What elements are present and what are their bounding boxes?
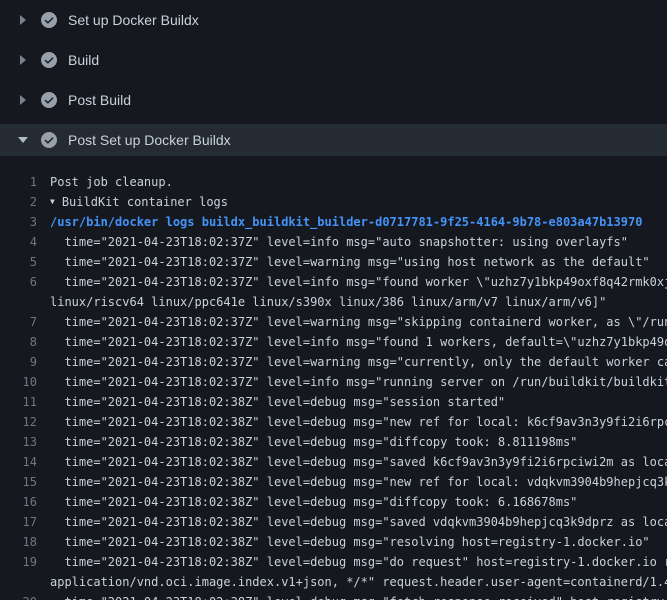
log-text: time="2021-04-23T18:02:37Z" level=info m… [50,272,667,292]
log-line: 2▼BuildKit container logs [0,192,667,212]
log-line: 20 time="2021-04-23T18:02:38Z" level=deb… [0,592,667,600]
log-text: time="2021-04-23T18:02:38Z" level=debug … [50,412,667,432]
log-line: 15 time="2021-04-23T18:02:38Z" level=deb… [0,472,667,492]
log-line: 19 time="2021-04-23T18:02:38Z" level=deb… [0,552,667,572]
log-text: time="2021-04-23T18:02:37Z" level=warnin… [50,252,667,272]
log-text: time="2021-04-23T18:02:37Z" level=warnin… [50,352,667,372]
step-label: Post Build [68,92,131,108]
log-text: time="2021-04-23T18:02:37Z" level=info m… [50,232,667,252]
chevron-down-icon [16,133,30,147]
line-number[interactable]: 9 [0,352,50,372]
log-line: 13 time="2021-04-23T18:02:38Z" level=deb… [0,432,667,452]
line-number[interactable]: 5 [0,252,50,272]
line-number[interactable]: 7 [0,312,50,332]
log-line: 6 time="2021-04-23T18:02:37Z" level=info… [0,272,667,292]
log-text: time="2021-04-23T18:02:37Z" level=info m… [50,372,667,392]
log-text: linux/riscv64 linux/ppc641e linux/s390x … [50,292,667,312]
line-number[interactable]: 13 [0,432,50,452]
step-label: Post Set up Docker Buildx [68,132,231,148]
log-line-continuation: application/vnd.oci.image.index.v1+json,… [0,572,667,592]
log-line: 5 time="2021-04-23T18:02:37Z" level=warn… [0,252,667,272]
line-number[interactable]: 12 [0,412,50,432]
log-line: 7 time="2021-04-23T18:02:37Z" level=warn… [0,312,667,332]
log-text: time="2021-04-23T18:02:38Z" level=debug … [50,512,667,532]
line-number[interactable]: 15 [0,472,50,492]
step-header-set-up-docker-buildx[interactable]: Set up Docker Buildx [0,0,667,40]
line-number [0,572,50,592]
group-expanded-triangle-icon: ▼ [50,192,55,212]
check-circle-icon [41,132,57,148]
log-text: time="2021-04-23T18:02:37Z" level=info m… [50,332,667,352]
step-header-build[interactable]: Build [0,40,667,80]
log-line: 14 time="2021-04-23T18:02:38Z" level=deb… [0,452,667,472]
log-line: 8 time="2021-04-23T18:02:37Z" level=info… [0,332,667,352]
log-text: time="2021-04-23T18:02:38Z" level=debug … [50,452,667,472]
line-number [0,292,50,312]
step-label: Build [68,52,99,68]
log-line: 11 time="2021-04-23T18:02:38Z" level=deb… [0,392,667,412]
step-header-post-build[interactable]: Post Build [0,80,667,120]
check-circle-icon [41,92,57,108]
line-number[interactable]: 17 [0,512,50,532]
log-text: time="2021-04-23T18:02:38Z" level=debug … [50,592,667,600]
line-number[interactable]: 1 [0,172,50,192]
line-number[interactable]: 2 [0,192,50,212]
log-text: time="2021-04-23T18:02:38Z" level=debug … [50,392,667,412]
line-number[interactable]: 18 [0,532,50,552]
log-output: 1Post job cleanup.2▼BuildKit container l… [0,160,667,600]
log-line-continuation: linux/riscv64 linux/ppc641e linux/s390x … [0,292,667,312]
chevron-right-icon [16,53,30,67]
log-line: 3/usr/bin/docker logs buildx_buildkit_bu… [0,212,667,232]
check-circle-icon [41,12,57,28]
chevron-right-icon [16,93,30,107]
log-line: 18 time="2021-04-23T18:02:38Z" level=deb… [0,532,667,552]
check-circle-icon [41,52,57,68]
step-label: Set up Docker Buildx [68,12,199,28]
log-text: time="2021-04-23T18:02:37Z" level=warnin… [50,312,667,332]
log-line: 16 time="2021-04-23T18:02:38Z" level=deb… [0,492,667,512]
log-line: 9 time="2021-04-23T18:02:37Z" level=warn… [0,352,667,372]
line-number[interactable]: 11 [0,392,50,412]
log-text: application/vnd.oci.image.index.v1+json,… [50,572,667,592]
log-text: time="2021-04-23T18:02:38Z" level=debug … [50,532,667,552]
log-line: 4 time="2021-04-23T18:02:37Z" level=info… [0,232,667,252]
chevron-right-icon [16,13,30,27]
log-line: 17 time="2021-04-23T18:02:38Z" level=deb… [0,512,667,532]
log-command-text: /usr/bin/docker logs buildx_buildkit_bui… [50,212,667,232]
log-text: time="2021-04-23T18:02:38Z" level=debug … [50,552,667,572]
log-line: 10 time="2021-04-23T18:02:37Z" level=inf… [0,372,667,392]
log-text: Post job cleanup. [50,172,667,192]
line-number[interactable]: 10 [0,372,50,392]
step-list: Set up Docker Buildx Build Post Build Post … [0,0,667,156]
log-line: 1Post job cleanup. [0,172,667,192]
line-number[interactable]: 19 [0,552,50,572]
line-number[interactable]: 6 [0,272,50,292]
line-number[interactable]: 8 [0,332,50,352]
log-text: time="2021-04-23T18:02:38Z" level=debug … [50,472,667,492]
step-header-post-set-up-docker-buildx[interactable]: Post Set up Docker Buildx [0,124,667,156]
line-number[interactable]: 14 [0,452,50,472]
line-number[interactable]: 16 [0,492,50,512]
log-text: time="2021-04-23T18:02:38Z" level=debug … [50,432,667,452]
line-number[interactable]: 4 [0,232,50,252]
log-text: time="2021-04-23T18:02:38Z" level=debug … [50,492,667,512]
log-group-title[interactable]: ▼BuildKit container logs [50,192,667,212]
log-line: 12 time="2021-04-23T18:02:38Z" level=deb… [0,412,667,432]
line-number[interactable]: 20 [0,592,50,600]
line-number[interactable]: 3 [0,212,50,232]
actions-log-viewer: Set up Docker Buildx Build Post Build Post … [0,0,667,600]
